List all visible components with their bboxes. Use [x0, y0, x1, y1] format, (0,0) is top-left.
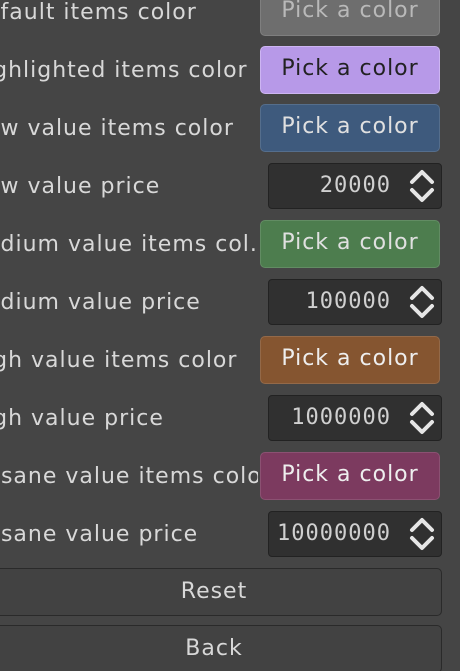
- setting-label: ow value price: [0, 174, 161, 199]
- price-spinbox[interactable]: 1000000: [268, 395, 442, 441]
- setting-row-medium-value-items-color: edium value items col...Pick a color: [0, 220, 460, 270]
- reset-button[interactable]: Reset: [0, 568, 442, 616]
- setting-label: ighlighted items color: [0, 58, 248, 83]
- setting-label: nsane value items color: [0, 464, 258, 489]
- setting-row-high-value-price: igh value price 1000000: [0, 394, 460, 444]
- spinbox-arrows-icon[interactable]: [405, 280, 439, 324]
- pick-color-button[interactable]: Pick a color: [260, 452, 440, 500]
- price-value[interactable]: 1000000: [291, 396, 391, 440]
- spinbox-arrows-icon[interactable]: [405, 512, 439, 556]
- pick-color-button[interactable]: Pick a color: [260, 336, 440, 384]
- pick-color-button[interactable]: Pick a color: [260, 220, 440, 268]
- pick-color-button[interactable]: Pick a color: [260, 0, 440, 36]
- pick-color-button[interactable]: Pick a color: [260, 46, 440, 94]
- setting-label: nsane value price: [0, 522, 199, 547]
- setting-label: edium value items col...: [0, 232, 258, 257]
- setting-label: edium value price: [0, 290, 201, 315]
- settings-panel: efault items color Pick a color ighlighted…: [0, 0, 460, 671]
- price-spinbox[interactable]: 10000000: [268, 511, 442, 557]
- setting-label: efault items color: [0, 0, 197, 25]
- price-value[interactable]: 10000000: [277, 512, 391, 556]
- setting-row-highlighted-items-color: ighlighted items color Pick a color: [0, 46, 460, 96]
- setting-row-insane-value-price: nsane value price 10000000: [0, 510, 460, 560]
- spinbox-arrows-icon[interactable]: [405, 396, 439, 440]
- setting-label: ow value items color: [0, 116, 234, 141]
- setting-label: igh value items color: [0, 348, 238, 373]
- setting-row-default-items-color: efault items color Pick a color: [0, 0, 460, 38]
- back-button[interactable]: Back: [0, 625, 442, 671]
- setting-row-low-value-price: ow value price 20000: [0, 162, 460, 212]
- price-value[interactable]: 20000: [320, 164, 391, 208]
- setting-row-medium-value-price: edium value price 100000: [0, 278, 460, 328]
- price-spinbox[interactable]: 20000: [268, 163, 442, 209]
- setting-label: igh value price: [0, 406, 164, 431]
- setting-row-low-value-items-color: ow value items color Pick a color: [0, 104, 460, 154]
- setting-row-high-value-items-color: igh value items color Pick a color: [0, 336, 460, 386]
- pick-color-button[interactable]: Pick a color: [260, 104, 440, 152]
- setting-row-insane-value-items-color: nsane value items color Pick a color: [0, 452, 460, 502]
- price-value[interactable]: 100000: [306, 280, 391, 324]
- spinbox-arrows-icon[interactable]: [405, 164, 439, 208]
- price-spinbox[interactable]: 100000: [268, 279, 442, 325]
